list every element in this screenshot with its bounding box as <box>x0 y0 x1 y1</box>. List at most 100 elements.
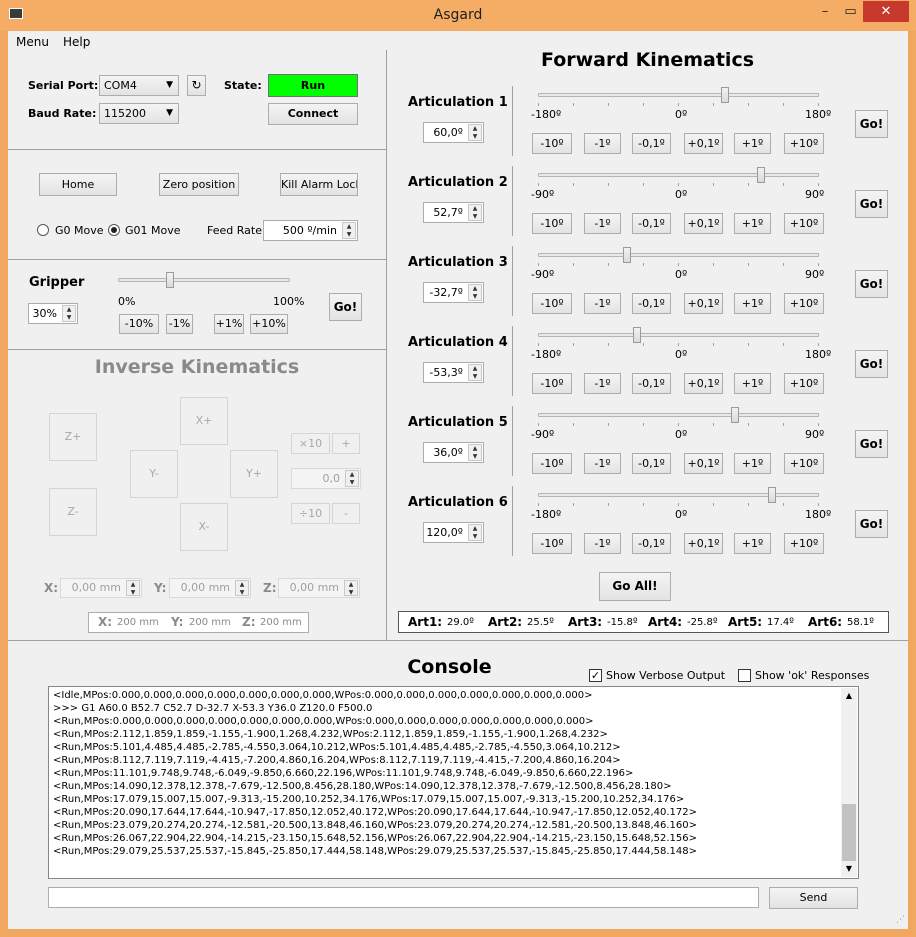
close-button[interactable]: ✕ <box>863 1 909 22</box>
articulation-6-spinbox[interactable]: 120,0º ▲ ▼ <box>423 522 484 543</box>
articulation-4-minus01-button[interactable]: -0,1º <box>632 373 671 394</box>
z-minus-button[interactable]: Z- <box>49 488 97 536</box>
articulation-1-plus10-button[interactable]: +10º <box>784 133 824 154</box>
gripper-plus10-button[interactable]: +10% <box>250 314 288 334</box>
z-plus-button[interactable]: Z+ <box>49 413 97 461</box>
send-button[interactable]: Send <box>769 887 858 909</box>
gripper-slider-handle[interactable] <box>165 272 174 288</box>
spin-arrows-icon[interactable]: ▲ ▼ <box>468 204 482 221</box>
menu-item-menu[interactable]: Menu <box>16 35 49 49</box>
baud-rate-select[interactable]: 115200 ▼ <box>99 103 179 124</box>
articulation-2-minus1-button[interactable]: -1º <box>584 213 621 234</box>
articulation-1-slider-track[interactable] <box>538 93 819 97</box>
articulation-2-plus01-button[interactable]: +0,1º <box>684 213 723 234</box>
scroll-up-icon[interactable]: ▲ <box>841 688 857 704</box>
go-all-button[interactable]: Go All! <box>599 572 671 601</box>
articulation-6-slider-track[interactable] <box>538 493 819 497</box>
articulation-4-plus1-button[interactable]: +1º <box>734 373 771 394</box>
articulation-4-go-button[interactable]: Go! <box>855 350 888 378</box>
articulation-3-slider-track[interactable] <box>538 253 819 257</box>
show-ok-label[interactable]: Show 'ok' Responses <box>755 669 869 682</box>
x-plus-button[interactable]: X+ <box>180 397 228 445</box>
spin-arrows-icon[interactable]: ▲ ▼ <box>344 580 358 596</box>
articulation-6-minus10-button[interactable]: -10º <box>532 533 572 554</box>
zero-position-button[interactable]: Zero position <box>159 173 239 196</box>
maximize-button[interactable]: ▭ <box>838 1 863 22</box>
ik-y-spinbox[interactable]: 0,00 mm ▲ ▼ <box>169 578 251 598</box>
articulation-5-go-button[interactable]: Go! <box>855 430 888 458</box>
articulation-3-plus01-button[interactable]: +0,1º <box>684 293 723 314</box>
scroll-thumb[interactable] <box>842 804 856 861</box>
step-minus-button[interactable]: - <box>332 503 360 524</box>
articulation-5-plus10-button[interactable]: +10º <box>784 453 824 474</box>
spin-arrows-icon[interactable]: ▲ ▼ <box>468 124 482 141</box>
articulation-4-slider-handle[interactable] <box>632 327 641 343</box>
console-scrollbar[interactable]: ▲ ▼ <box>841 688 857 877</box>
articulation-3-plus1-button[interactable]: +1º <box>734 293 771 314</box>
gripper-slider-track[interactable] <box>118 278 290 282</box>
articulation-3-go-button[interactable]: Go! <box>855 270 888 298</box>
scroll-down-icon[interactable]: ▼ <box>841 861 857 877</box>
spin-arrows-icon[interactable]: ▲ ▼ <box>468 524 482 541</box>
articulation-3-spinbox[interactable]: -32,7º ▲ ▼ <box>423 282 484 303</box>
gripper-spinbox[interactable]: 30% ▲ ▼ <box>28 303 78 324</box>
show-verbose-checkbox[interactable]: ✓ <box>589 669 602 682</box>
articulation-5-minus10-button[interactable]: -10º <box>532 453 572 474</box>
gripper-go-button[interactable]: Go! <box>329 293 362 321</box>
articulation-2-spinbox[interactable]: 52,7º ▲ ▼ <box>423 202 484 223</box>
step-multiply-button[interactable]: ×10 <box>291 433 330 454</box>
ik-step-spinbox[interactable]: 0,0 ▲ ▼ <box>291 468 361 489</box>
spin-arrows-icon[interactable]: ▲ ▼ <box>235 580 249 596</box>
articulation-2-minus01-button[interactable]: -0,1º <box>632 213 671 234</box>
spin-arrows-icon[interactable]: ▲ ▼ <box>468 364 482 381</box>
g0-move-radio[interactable] <box>37 224 49 236</box>
articulation-3-plus10-button[interactable]: +10º <box>784 293 824 314</box>
articulation-3-minus10-button[interactable]: -10º <box>532 293 572 314</box>
articulation-6-go-button[interactable]: Go! <box>855 510 888 538</box>
articulation-6-slider-handle[interactable] <box>768 487 777 503</box>
articulation-6-plus01-button[interactable]: +0,1º <box>684 533 723 554</box>
articulation-5-slider-track[interactable] <box>538 413 819 417</box>
articulation-1-plus01-button[interactable]: +0,1º <box>684 133 723 154</box>
articulation-6-minus1-button[interactable]: -1º <box>584 533 621 554</box>
articulation-1-plus1-button[interactable]: +1º <box>734 133 771 154</box>
articulation-2-slider-handle[interactable] <box>756 167 765 183</box>
articulation-4-plus01-button[interactable]: +0,1º <box>684 373 723 394</box>
step-plus-button[interactable]: + <box>332 433 360 454</box>
articulation-6-minus01-button[interactable]: -0,1º <box>632 533 671 554</box>
articulation-1-minus10-button[interactable]: -10º <box>532 133 572 154</box>
articulation-5-minus01-button[interactable]: -0,1º <box>632 453 671 474</box>
articulation-1-minus01-button[interactable]: -0,1º <box>632 133 671 154</box>
home-button[interactable]: Home <box>39 173 117 196</box>
refresh-ports-button[interactable]: ↻ <box>187 75 206 96</box>
minimize-button[interactable]: – <box>812 1 838 22</box>
articulation-3-minus01-button[interactable]: -0,1º <box>632 293 671 314</box>
articulation-4-spinbox[interactable]: -53,3º ▲ ▼ <box>423 362 484 383</box>
step-divide-button[interactable]: ÷10 <box>291 503 330 524</box>
articulation-5-slider-handle[interactable] <box>730 407 739 423</box>
articulation-1-spinbox[interactable]: 60,0º ▲ ▼ <box>423 122 484 143</box>
articulation-4-minus10-button[interactable]: -10º <box>532 373 572 394</box>
articulation-1-minus1-button[interactable]: -1º <box>584 133 621 154</box>
spin-arrows-icon[interactable]: ▲ ▼ <box>342 222 356 239</box>
spin-arrows-icon[interactable]: ▲ ▼ <box>62 305 76 322</box>
articulation-5-minus1-button[interactable]: -1º <box>584 453 621 474</box>
spin-arrows-icon[interactable]: ▲ ▼ <box>345 470 359 487</box>
resize-grip-icon[interactable]: ⋰ <box>893 915 905 927</box>
ik-z-spinbox[interactable]: 0,00 mm ▲ ▼ <box>278 578 360 598</box>
menu-item-help[interactable]: Help <box>63 35 90 49</box>
command-input[interactable] <box>48 887 759 908</box>
articulation-2-minus10-button[interactable]: -10º <box>532 213 572 234</box>
articulation-4-minus1-button[interactable]: -1º <box>584 373 621 394</box>
y-plus-button[interactable]: Y+ <box>230 450 278 498</box>
articulation-5-plus1-button[interactable]: +1º <box>734 453 771 474</box>
articulation-3-minus1-button[interactable]: -1º <box>584 293 621 314</box>
g0-move-label[interactable]: G0 Move <box>55 224 104 237</box>
articulation-5-plus01-button[interactable]: +0,1º <box>684 453 723 474</box>
show-ok-checkbox[interactable] <box>738 669 751 682</box>
x-minus-button[interactable]: X- <box>180 503 228 551</box>
articulation-2-slider-track[interactable] <box>538 173 819 177</box>
articulation-3-slider-handle[interactable] <box>623 247 632 263</box>
articulation-6-plus10-button[interactable]: +10º <box>784 533 824 554</box>
articulation-2-plus10-button[interactable]: +10º <box>784 213 824 234</box>
